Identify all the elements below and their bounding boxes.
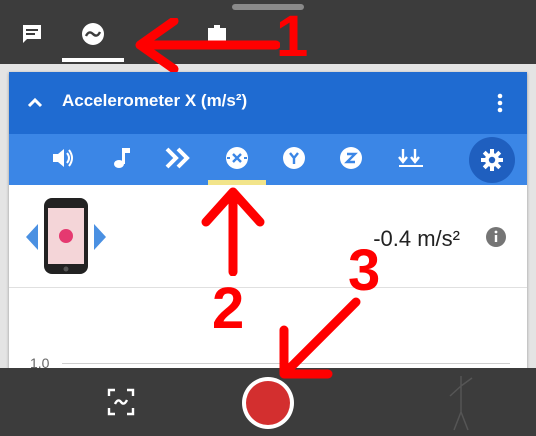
phone-tilt-icon (24, 196, 108, 278)
sensor-wave-icon (80, 21, 106, 47)
snapshot-icon (106, 387, 136, 417)
tab-sensors[interactable] (73, 14, 113, 54)
sensor-toolbar (9, 134, 527, 185)
z-axis-icon (338, 145, 364, 171)
annotation-label-2: 2 (212, 276, 245, 341)
gear-icon (479, 147, 505, 173)
annotation-arrow-2 (196, 186, 270, 276)
sensor-music-button[interactable] (106, 143, 136, 173)
annotation-arrow-1 (130, 18, 280, 72)
speaker-icon (50, 145, 76, 171)
annotation-label-1: 1 (276, 4, 309, 69)
sensor-linear-accel-button[interactable] (396, 143, 426, 173)
record-icon (246, 381, 290, 425)
annotation-arrow-3 (272, 296, 362, 386)
sensor-sound-button[interactable] (48, 143, 78, 173)
sensor-accel-x-button[interactable] (222, 143, 252, 173)
selected-sensor-indicator (208, 180, 266, 185)
tab-notes[interactable] (12, 14, 52, 54)
chat-icon (20, 22, 44, 46)
music-note-icon (109, 145, 133, 171)
double-chevron-icon (164, 145, 192, 171)
info-icon[interactable] (485, 226, 507, 248)
down-arrows-icon (397, 145, 425, 171)
card-title: Accelerometer X (m/s²) (62, 91, 248, 110)
y-axis-icon (281, 145, 307, 171)
watermark-figure (446, 372, 476, 432)
sensor-accel-y-button[interactable] (279, 143, 309, 173)
x-axis-icon (224, 145, 250, 171)
sensor-settings-button[interactable] (469, 137, 515, 183)
chevron-up-icon[interactable] (24, 92, 46, 114)
sensor-chevrons-button[interactable] (163, 143, 193, 173)
more-vert-icon[interactable] (490, 92, 510, 114)
selected-tab-indicator (62, 58, 124, 62)
snapshot-button[interactable] (106, 387, 136, 417)
sensor-accel-z-button[interactable] (336, 143, 366, 173)
annotation-label-3: 3 (348, 238, 381, 303)
card-divider (9, 287, 527, 288)
